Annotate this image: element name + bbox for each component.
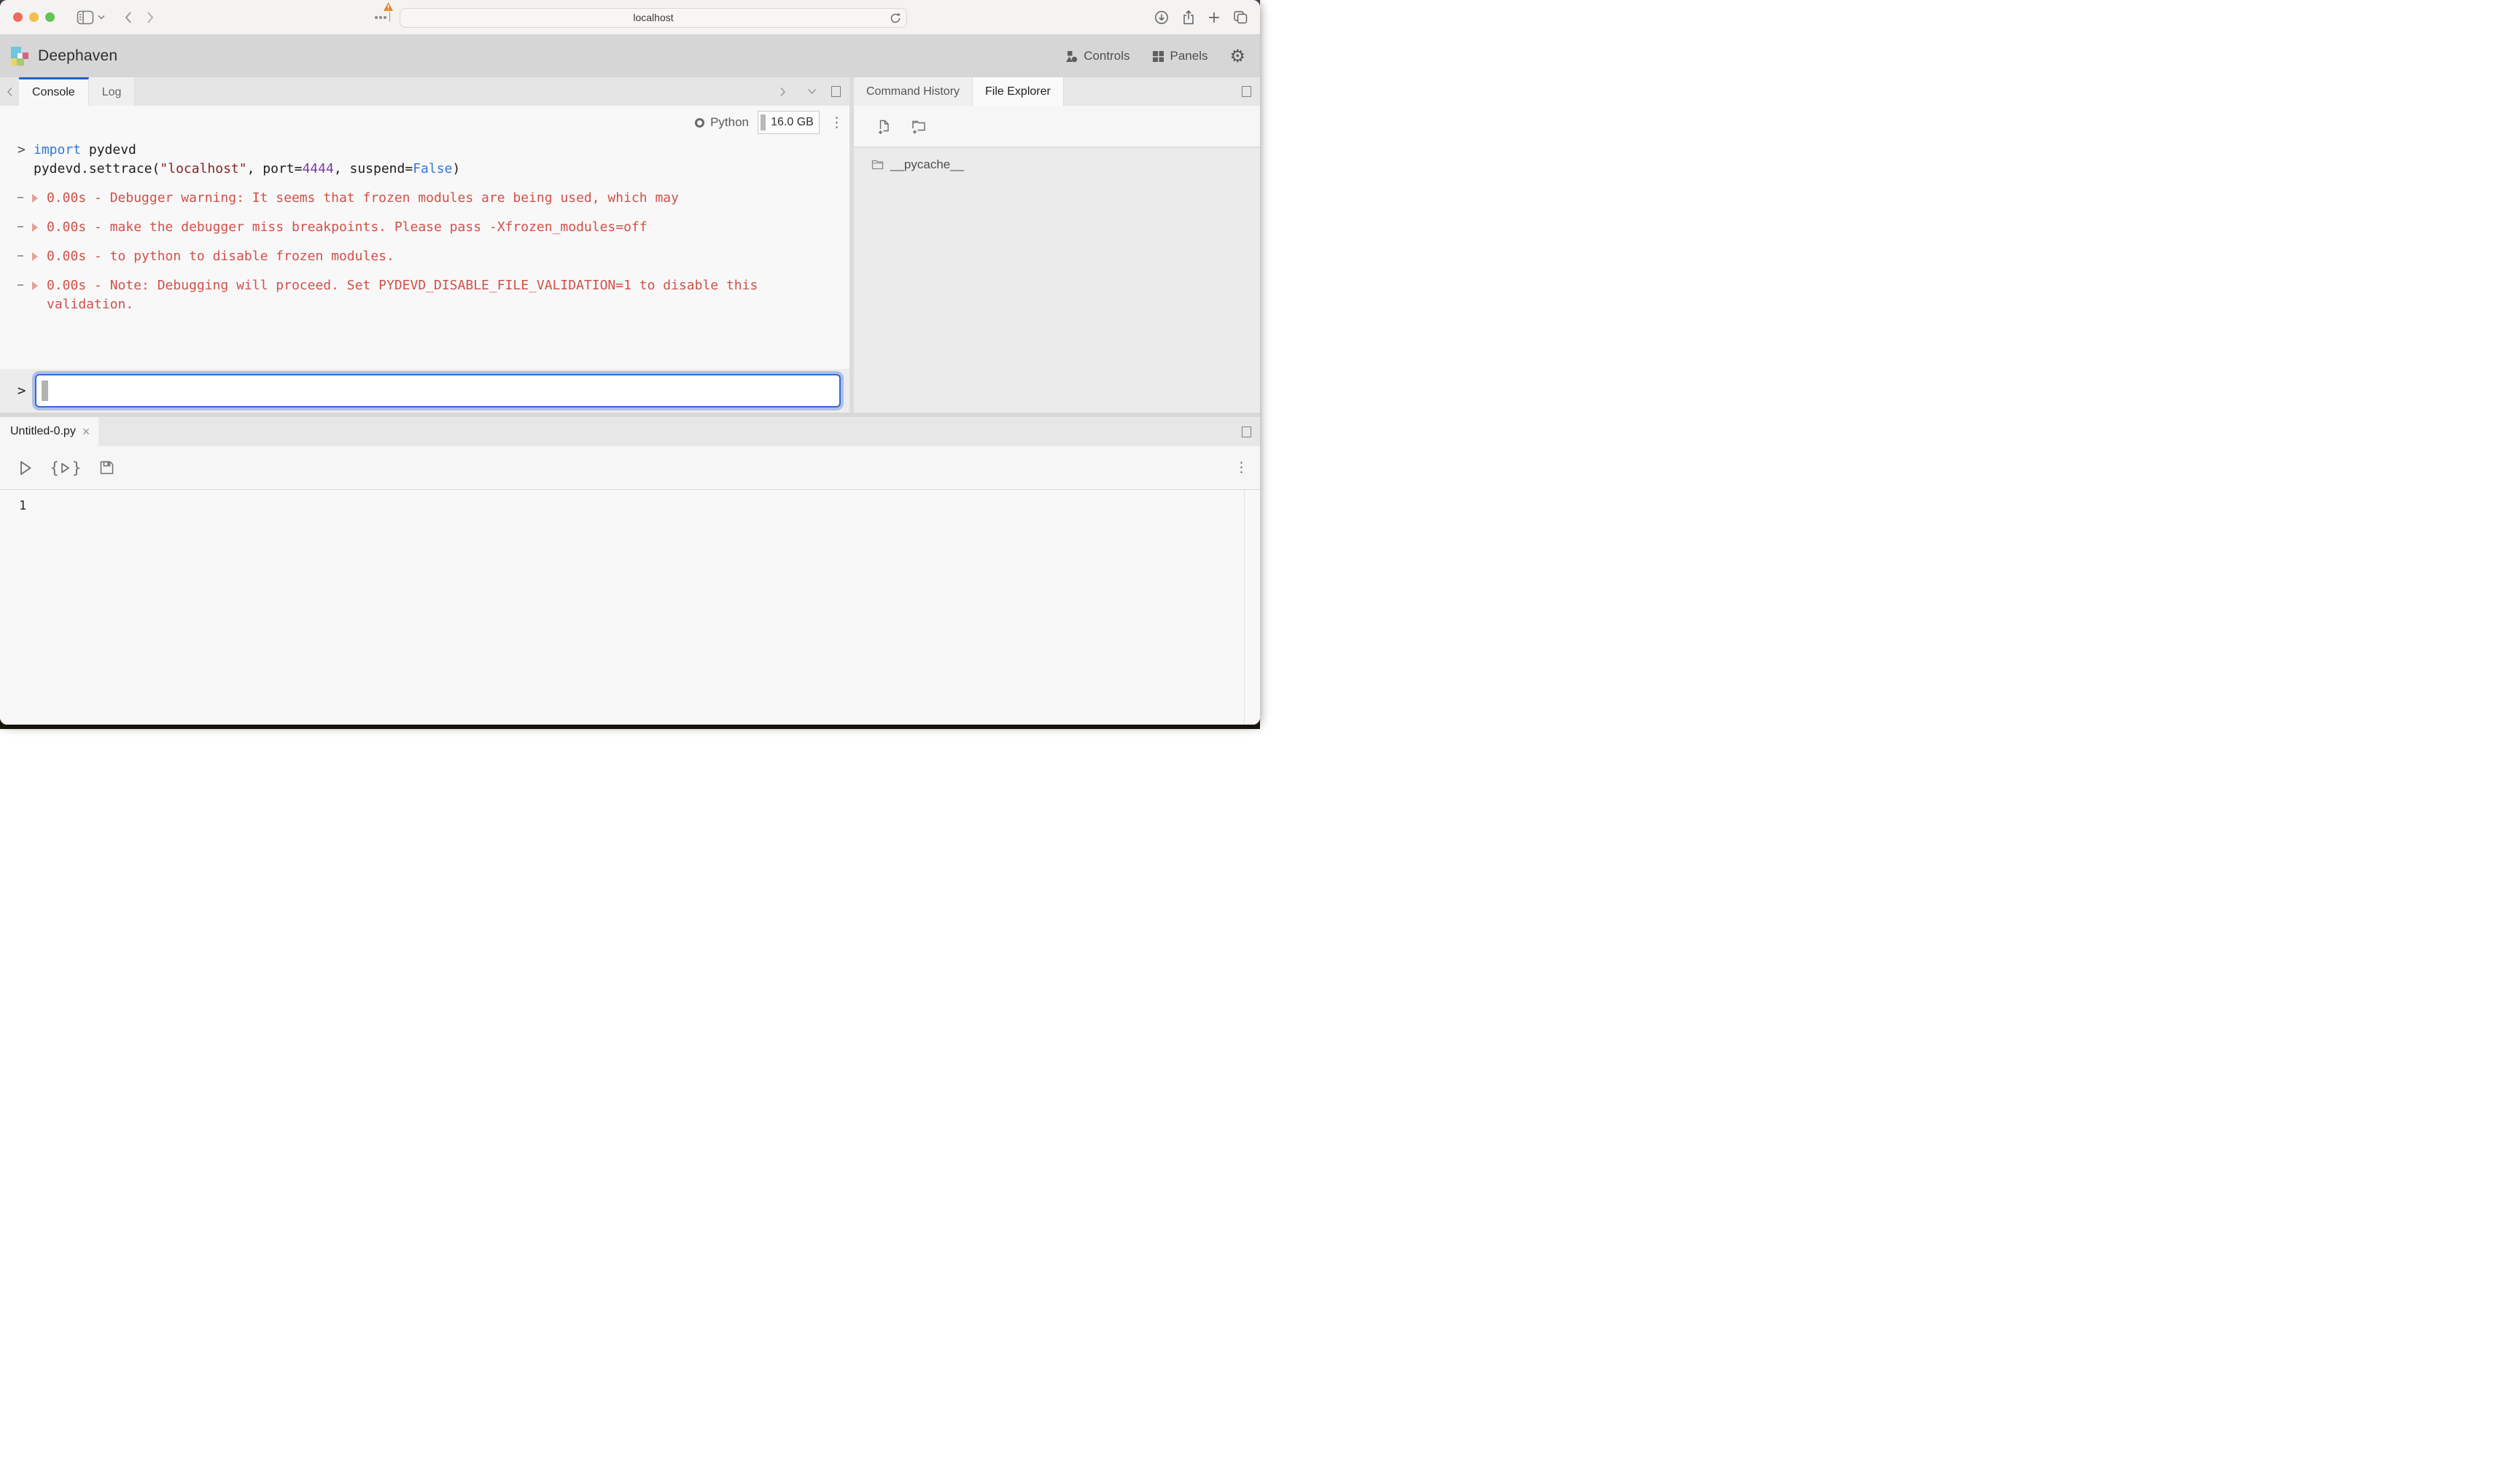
sidebar-toggle-icon[interactable]	[77, 10, 94, 25]
tabs-dropdown-icon[interactable]	[802, 88, 821, 95]
warning-triangle-icon[interactable]	[384, 2, 393, 11]
controls-button[interactable]: Controls	[1065, 49, 1129, 63]
browser-chrome: localhost	[0, 0, 1260, 35]
collapse-dash-icon[interactable]	[18, 255, 23, 257]
editor-panel: Untitled-0.py × { }	[0, 417, 1260, 725]
file-tree: __pycache__	[854, 147, 1260, 413]
log-warning-text: 0.00s - to python to disable frozen modu…	[47, 247, 394, 266]
zoom-window-button[interactable]	[45, 12, 55, 22]
settings-gear-icon[interactable]: ⚙	[1229, 47, 1245, 65]
session-controls: Python 16.0 GB ⋮	[695, 111, 844, 134]
memory-usage-value: 16.0 GB	[766, 116, 819, 129]
run-icon[interactable]	[19, 460, 32, 476]
run-selected-icon[interactable]: { }	[50, 459, 82, 477]
new-file-icon[interactable]	[873, 115, 895, 137]
traffic-lights	[13, 12, 55, 22]
console-input-row: >	[0, 369, 849, 413]
desktop-background: localhost	[0, 0, 1260, 729]
right-tabbar: Command History File Explorer	[854, 77, 1260, 106]
tab-file-explorer[interactable]: File Explorer	[973, 77, 1064, 106]
session-language: Python	[710, 115, 749, 130]
forward-icon[interactable]	[146, 10, 155, 25]
log-warning-text: 0.00s - Note: Debugging will proceed. Se…	[47, 276, 834, 314]
code-line: pydevd.settrace("localhost", port=4444, …	[34, 160, 460, 179]
editor-overflow-menu-icon[interactable]: ⋮	[1234, 461, 1248, 475]
grid-icon	[1152, 50, 1164, 63]
new-folder-icon[interactable]	[908, 115, 930, 137]
expand-triangle-icon[interactable]	[32, 223, 38, 232]
reload-icon[interactable]	[890, 12, 901, 24]
expand-triangle-icon[interactable]	[32, 252, 38, 261]
text-caret	[389, 12, 390, 22]
collapse-dash-icon[interactable]	[18, 226, 23, 227]
editor-toolbar: { } ⋮	[0, 446, 1260, 490]
input-prompt: >	[18, 383, 35, 399]
back-icon[interactable]	[124, 10, 133, 25]
session-status-icon	[695, 118, 704, 128]
minimize-window-button[interactable]	[29, 12, 39, 22]
close-tab-icon[interactable]: ×	[82, 425, 90, 438]
editor-scrollbar-rule	[1244, 490, 1245, 725]
deephaven-logo-icon	[11, 47, 30, 66]
console-log-entry: 0.00s - Note: Debugging will proceed. Se…	[18, 276, 849, 314]
console-log-entry: 0.00s - to python to disable frozen modu…	[18, 247, 849, 266]
collapse-dash-icon[interactable]	[18, 284, 23, 286]
console-log-entry: 0.00s - make the debugger miss breakpoin…	[18, 218, 849, 237]
collapse-dash-icon[interactable]	[18, 197, 23, 198]
tab-log[interactable]: Log	[89, 77, 136, 106]
log-warning-text: 0.00s - make the debugger miss breakpoin…	[47, 218, 648, 237]
memory-usage-bar	[761, 114, 766, 130]
console-input[interactable]	[35, 374, 841, 408]
new-tab-icon[interactable]	[1208, 11, 1221, 24]
maximize-icon[interactable]	[1242, 86, 1251, 97]
url-text: localhost	[633, 12, 673, 23]
tab-untitled-0[interactable]: Untitled-0.py ×	[0, 417, 98, 446]
editor-tabbar: Untitled-0.py ×	[0, 417, 1260, 446]
expand-triangle-icon[interactable]	[32, 281, 38, 290]
share-icon[interactable]	[1181, 9, 1196, 26]
history-prompt: >	[18, 141, 34, 179]
log-warning-text: 0.00s - Debugger warning: It seems that …	[47, 189, 679, 208]
tab-overview-icon[interactable]	[1232, 10, 1248, 25]
file-explorer-toolbar	[854, 106, 1260, 147]
save-icon[interactable]	[99, 460, 114, 475]
folder-icon	[871, 160, 884, 170]
app-title: Deephaven	[38, 47, 117, 65]
code-line: import pydevd	[34, 141, 460, 160]
console-overflow-menu-icon[interactable]: ⋮	[830, 116, 844, 130]
file-tree-item[interactable]: __pycache__	[854, 148, 1260, 172]
maximize-icon[interactable]	[831, 86, 841, 97]
console-output: Python 16.0 GB ⋮ > import pydevd pyd	[0, 106, 849, 369]
console-log-entry: 0.00s - Debugger warning: It seems that …	[18, 189, 849, 208]
text-cursor	[42, 381, 48, 401]
browser-window: localhost	[0, 0, 1260, 725]
code-editor[interactable]: 1	[0, 490, 1260, 725]
address-bar[interactable]: localhost	[400, 8, 907, 28]
file-name: __pycache__	[890, 157, 964, 172]
tabs-scroll-right-icon[interactable]	[773, 87, 792, 97]
tab-command-history[interactable]: Command History	[854, 77, 973, 106]
tabs-scroll-left-icon[interactable]	[0, 77, 19, 106]
editor-tab-label: Untitled-0.py	[10, 425, 76, 438]
more-options-icon[interactable]	[375, 16, 386, 19]
line-number: 1	[0, 490, 1260, 513]
memory-usage-widget: 16.0 GB	[758, 111, 820, 134]
console-history-entry: > import pydevd pydevd.settrace("localho…	[18, 141, 849, 179]
shapes-icon	[1065, 50, 1078, 63]
downloads-icon[interactable]	[1154, 9, 1170, 26]
panels-button[interactable]: Panels	[1152, 49, 1208, 63]
close-window-button[interactable]	[13, 12, 23, 22]
expand-triangle-icon[interactable]	[32, 194, 38, 203]
chevron-down-icon[interactable]	[98, 15, 105, 20]
tab-console[interactable]: Console	[19, 77, 89, 106]
console-panel: Console Log Python	[0, 77, 849, 413]
maximize-icon[interactable]	[1242, 426, 1251, 437]
right-panel: Command History File Explorer	[854, 77, 1260, 413]
page-options	[375, 0, 400, 35]
app-header: Deephaven Controls	[0, 35, 1260, 77]
console-tabbar: Console Log	[0, 77, 849, 106]
